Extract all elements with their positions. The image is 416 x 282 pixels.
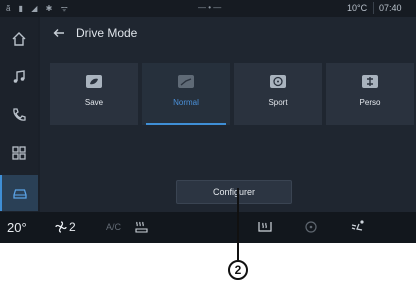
selected-indicator — [146, 123, 226, 125]
infotainment-screen: ã ▮ ◢ ✱ ᯤ — • — 10°C 07:40 Drive Mode Sa… — [0, 0, 416, 243]
sidebar-nav — [0, 17, 38, 212]
sidebar-item-music[interactable] — [0, 59, 38, 95]
steering-wheel-icon — [270, 75, 286, 88]
sidebar-item-phone[interactable] — [0, 97, 38, 133]
climate-bar: 20° 2 A/C — [0, 212, 416, 243]
fan-level: 2 — [69, 220, 76, 234]
configure-button[interactable]: Configurer — [176, 180, 292, 204]
airflow-icon — [351, 220, 364, 231]
sidebar-item-vehicle[interactable] — [0, 175, 38, 211]
mode-card-perso[interactable]: Perso — [326, 63, 414, 125]
apps-icon — [12, 146, 26, 160]
eco-icon — [86, 75, 102, 88]
cabin-temperature[interactable]: 20° — [7, 220, 27, 235]
fan-speed-control[interactable]: 2 — [55, 220, 76, 234]
fan-icon — [55, 221, 67, 233]
steering-heat-icon — [305, 221, 317, 233]
callout-number: 2 — [228, 260, 248, 280]
back-arrow-icon[interactable] — [52, 26, 66, 40]
sidebar-item-home[interactable] — [0, 21, 38, 57]
drive-mode-panel: Drive Mode Save Normal Sport Perso Confi… — [40, 17, 416, 212]
mode-label: Normal — [173, 98, 199, 107]
mode-label: Perso — [359, 98, 381, 107]
phone-icon — [13, 108, 26, 121]
rear-defrost[interactable] — [256, 219, 274, 235]
seat-heat-left[interactable] — [133, 219, 151, 235]
status-icons: ã ▮ ◢ ✱ ᯤ — [6, 4, 71, 13]
page-title: Drive Mode — [76, 26, 138, 40]
normal-mode-icon — [178, 75, 194, 88]
rear-defrost-icon — [258, 222, 272, 232]
airflow-direction[interactable] — [350, 219, 368, 235]
callout-line — [237, 188, 239, 261]
seat-heat-icon — [135, 221, 148, 233]
steering-heat[interactable] — [302, 219, 320, 235]
music-icon — [13, 70, 25, 83]
home-icon — [12, 32, 26, 46]
car-icon — [13, 189, 27, 199]
mode-card-normal[interactable]: Normal — [142, 63, 230, 125]
status-center-indicator: — • — — [198, 3, 222, 12]
status-separator — [373, 2, 374, 14]
perso-mode-icon — [362, 75, 378, 88]
status-bar: ã ▮ ◢ ✱ ᯤ — • — 10°C 07:40 — [0, 0, 416, 17]
mode-card-save[interactable]: Save — [50, 63, 138, 125]
mode-card-sport[interactable]: Sport — [234, 63, 322, 125]
ac-toggle[interactable]: A/C — [106, 222, 121, 232]
mode-label: Sport — [268, 98, 288, 107]
outside-temperature: 10°C — [347, 3, 368, 13]
page-header: Drive Mode — [40, 17, 416, 49]
sidebar-item-apps[interactable] — [0, 135, 38, 171]
clock: 07:40 — [379, 3, 402, 13]
drive-mode-selector: Save Normal Sport Perso — [50, 63, 414, 125]
mode-label: Save — [84, 98, 104, 107]
